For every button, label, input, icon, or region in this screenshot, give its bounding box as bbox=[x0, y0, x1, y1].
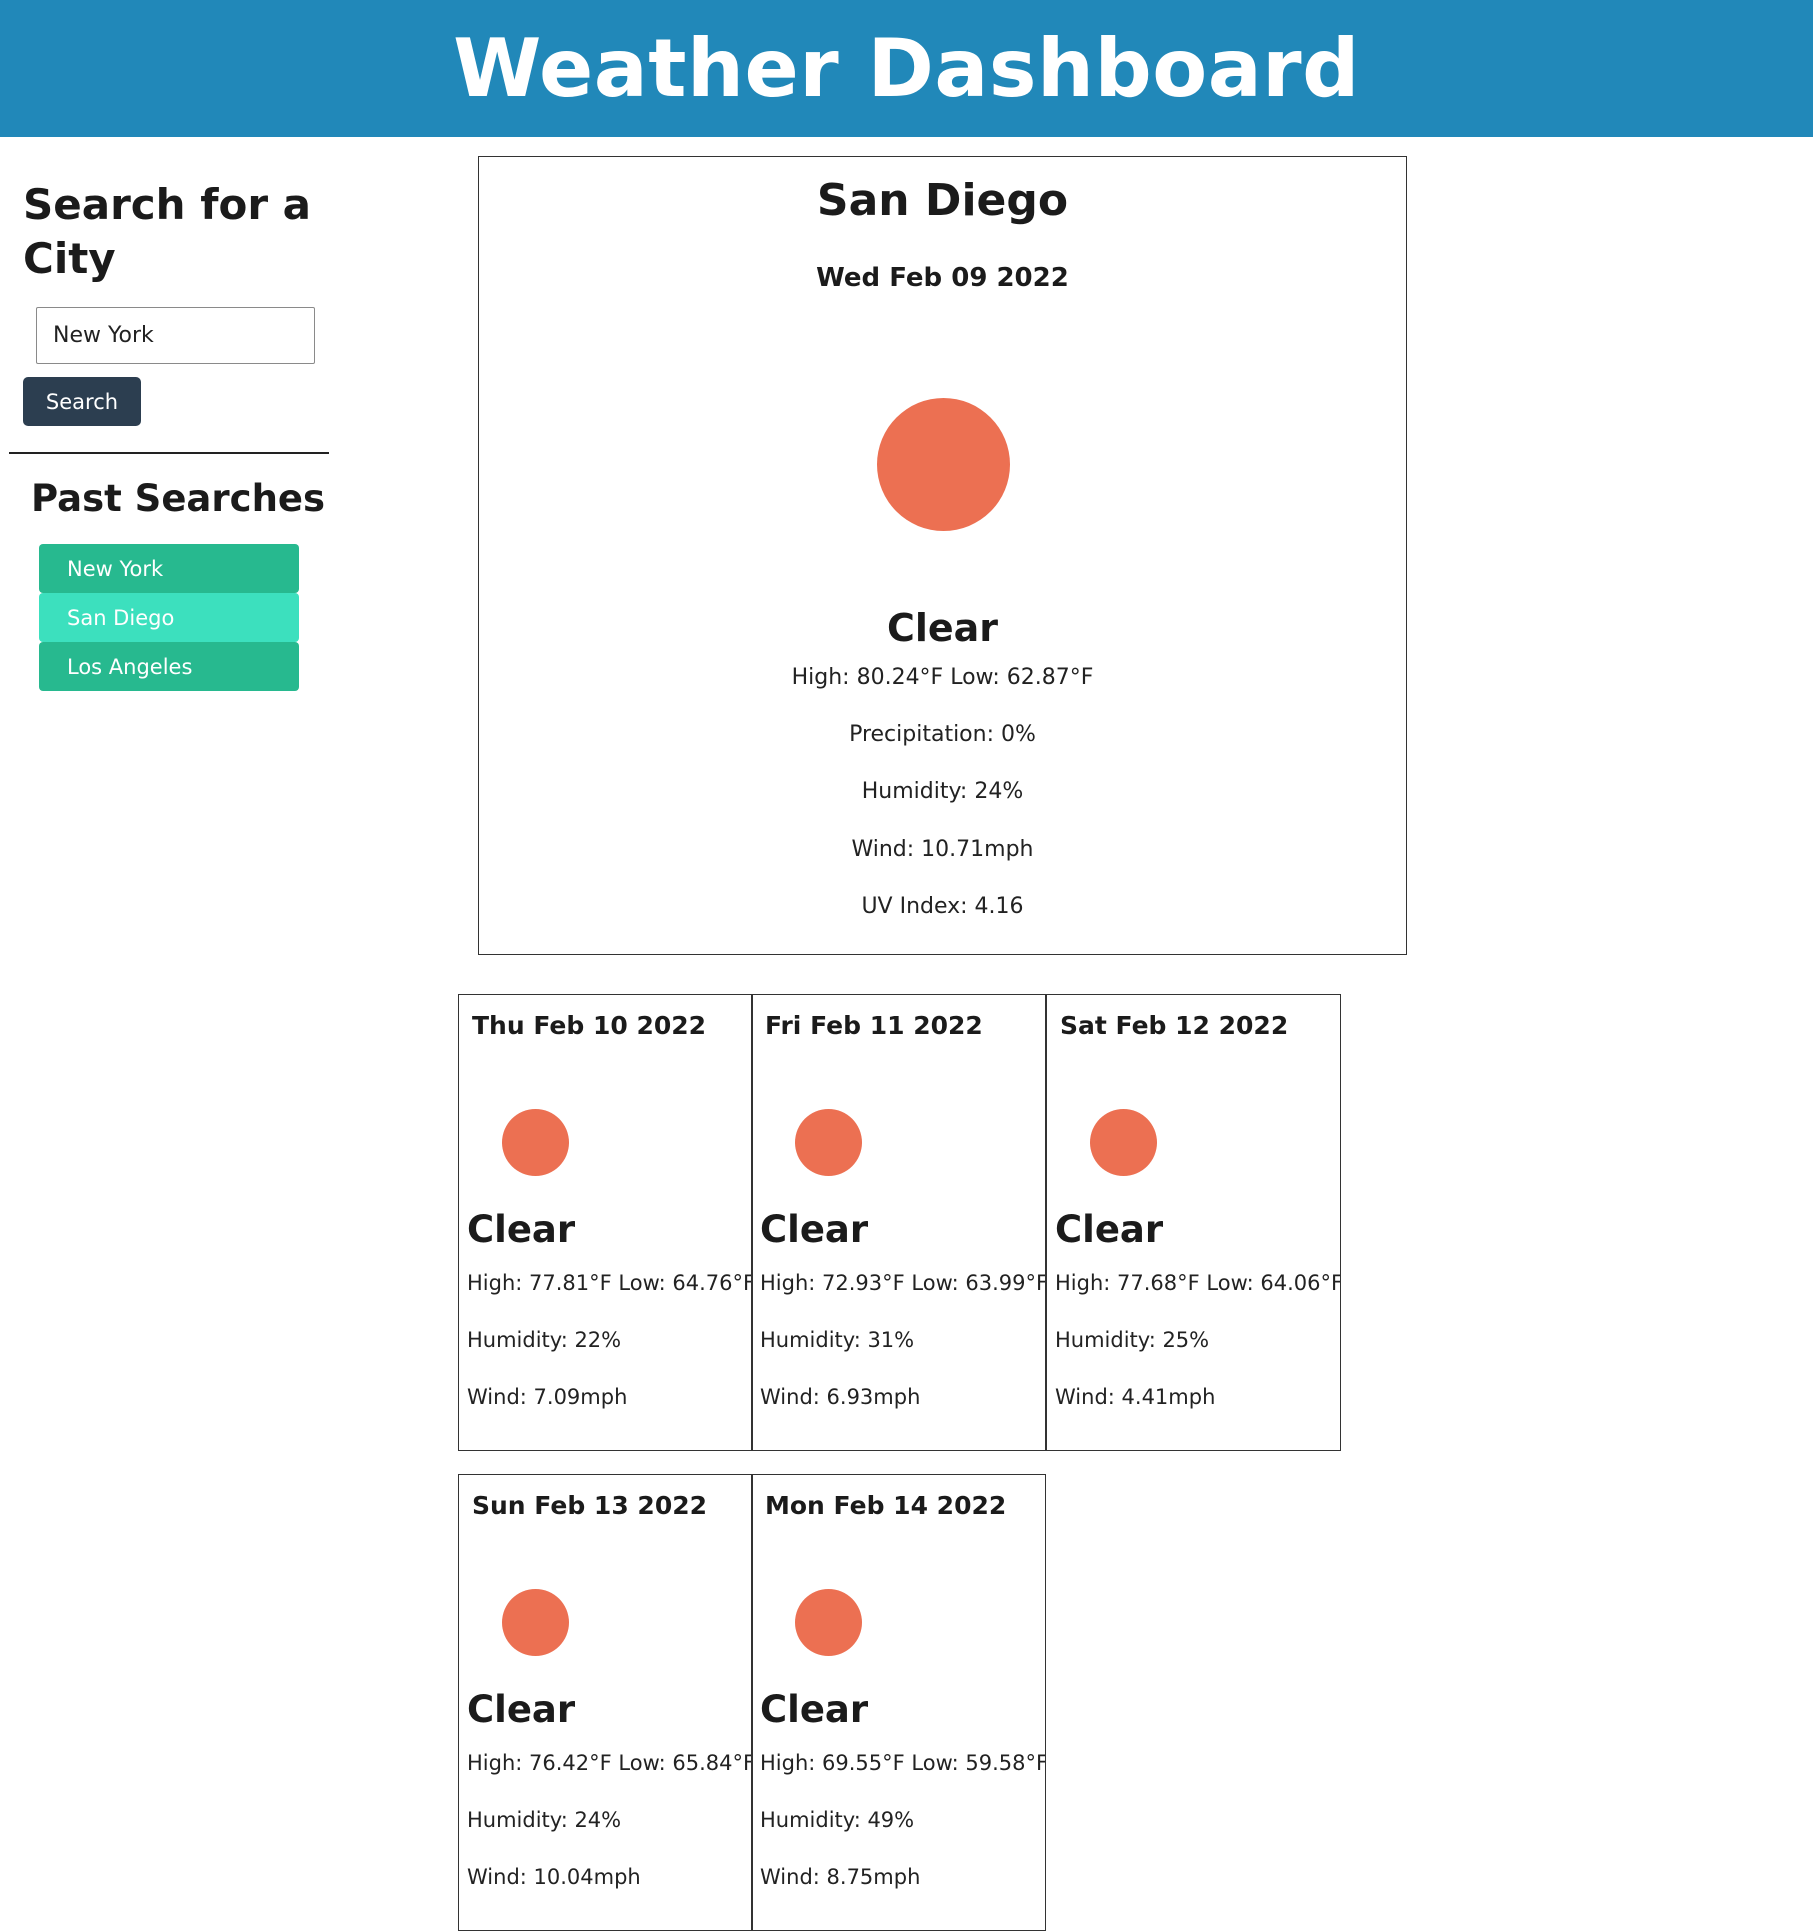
forecast-condition: Clear bbox=[1055, 1208, 1164, 1251]
past-searches-title: Past Searches bbox=[31, 477, 326, 520]
app-header: Weather Dashboard bbox=[0, 0, 1813, 137]
forecast-wind: Wind: 7.09mph bbox=[467, 1385, 628, 1409]
past-search-los-angeles[interactable]: Los Angeles bbox=[39, 642, 299, 691]
sun-icon bbox=[877, 398, 1010, 531]
forecast-date: Sat Feb 12 2022 bbox=[1060, 1011, 1289, 1040]
forecast-humidity: Humidity: 31% bbox=[760, 1328, 915, 1352]
forecast-date: Mon Feb 14 2022 bbox=[765, 1491, 1007, 1520]
forecast-card: Sun Feb 13 2022 Clear High: 76.42°F Low:… bbox=[458, 1474, 753, 1931]
current-wind: Wind: 10.71mph bbox=[851, 837, 1034, 862]
forecast-condition: Clear bbox=[760, 1688, 869, 1731]
forecast-card: Mon Feb 14 2022 Clear High: 69.55°F Low:… bbox=[751, 1474, 1046, 1931]
sun-icon bbox=[795, 1589, 862, 1656]
current-date: Wed Feb 09 2022 bbox=[816, 263, 1069, 293]
search-button[interactable]: Search bbox=[23, 377, 141, 426]
forecast-high-low: High: 76.42°F Low: 65.84°F bbox=[467, 1751, 753, 1775]
forecast-card: Fri Feb 11 2022 Clear High: 72.93°F Low:… bbox=[751, 994, 1046, 1451]
forecast-humidity: Humidity: 49% bbox=[760, 1808, 915, 1832]
sun-icon bbox=[1090, 1109, 1157, 1176]
forecast-humidity: Humidity: 22% bbox=[467, 1328, 622, 1352]
current-weather-card: San Diego Wed Feb 09 2022 Clear High: 80… bbox=[478, 156, 1407, 955]
sun-icon bbox=[795, 1109, 862, 1176]
sun-icon bbox=[502, 1109, 569, 1176]
forecast-wind: Wind: 10.04mph bbox=[467, 1865, 641, 1889]
current-humidity: Humidity: 24% bbox=[861, 779, 1024, 804]
forecast-high-low: High: 72.93°F Low: 63.99°F bbox=[760, 1271, 1046, 1295]
forecast-date: Thu Feb 10 2022 bbox=[472, 1011, 707, 1040]
forecast-card: Sat Feb 12 2022 Clear High: 77.68°F Low:… bbox=[1046, 994, 1341, 1451]
forecast-wind: Wind: 4.41mph bbox=[1055, 1385, 1216, 1409]
past-search-san-diego[interactable]: San Diego bbox=[39, 593, 299, 642]
forecast-condition: Clear bbox=[467, 1208, 576, 1251]
forecast-high-low: High: 77.68°F Low: 64.06°F bbox=[1055, 1271, 1341, 1295]
forecast-wind: Wind: 6.93mph bbox=[760, 1385, 921, 1409]
past-search-new-york[interactable]: New York bbox=[39, 544, 299, 593]
forecast-humidity: Humidity: 25% bbox=[1055, 1328, 1210, 1352]
forecast-condition: Clear bbox=[467, 1688, 576, 1731]
forecast-card: Thu Feb 10 2022 Clear High: 77.81°F Low:… bbox=[458, 994, 753, 1451]
forecast-wind: Wind: 8.75mph bbox=[760, 1865, 921, 1889]
search-title: Search for a City bbox=[23, 180, 312, 283]
forecast-humidity: Humidity: 24% bbox=[467, 1808, 622, 1832]
app-title: Weather Dashboard bbox=[453, 22, 1360, 115]
city-search-input[interactable] bbox=[36, 307, 315, 364]
forecast-condition: Clear bbox=[760, 1208, 869, 1251]
forecast-date: Sun Feb 13 2022 bbox=[472, 1491, 707, 1520]
current-precipitation: Precipitation: 0% bbox=[849, 722, 1036, 747]
current-uv-index: UV Index: 4.16 bbox=[861, 894, 1024, 919]
forecast-high-low: High: 69.55°F Low: 59.58°F bbox=[760, 1751, 1046, 1775]
sun-icon bbox=[502, 1589, 569, 1656]
current-condition: Clear bbox=[886, 606, 999, 650]
current-high-low: High: 80.24°F Low: 62.87°F bbox=[791, 665, 1094, 690]
forecast-date: Fri Feb 11 2022 bbox=[765, 1011, 983, 1040]
sidebar-divider bbox=[9, 452, 329, 454]
past-searches-list: New York San Diego Los Angeles bbox=[39, 544, 299, 691]
current-city-name: San Diego bbox=[816, 175, 1069, 226]
forecast-high-low: High: 77.81°F Low: 64.76°F bbox=[467, 1271, 753, 1295]
